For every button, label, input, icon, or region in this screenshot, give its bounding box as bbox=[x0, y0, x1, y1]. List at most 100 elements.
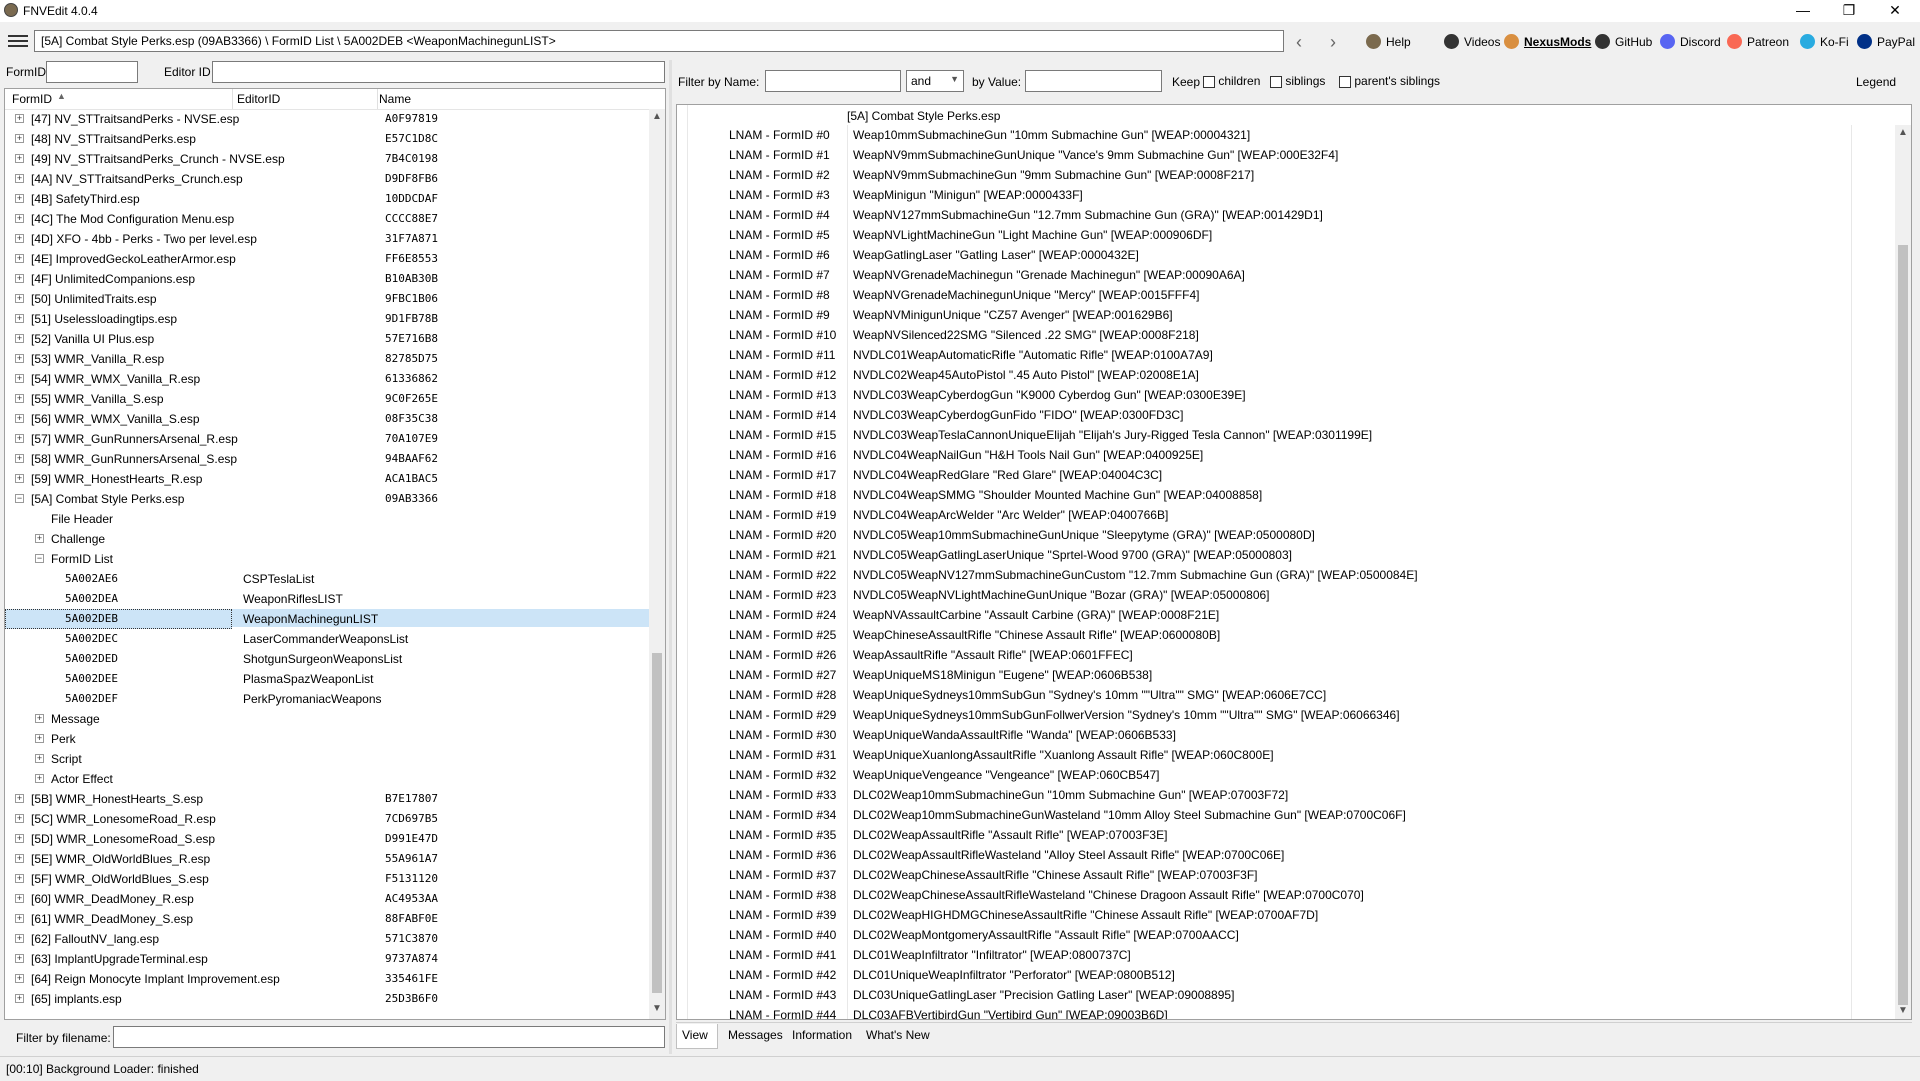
back-arrow-icon[interactable]: ‹ bbox=[1296, 32, 1302, 53]
tree-row[interactable]: + [53] WMR_Vanilla_R.esp 82785D75 bbox=[5, 349, 655, 369]
toolbar-link-discord[interactable]: Discord bbox=[1660, 34, 1721, 49]
view-row-value[interactable]: WeapMinigun "Minigun" [WEAP:0000433F] bbox=[853, 185, 1083, 205]
view-row[interactable]: LNAM - FormID #1 WeapNV9mmSubmachineGunUn… bbox=[677, 145, 1897, 165]
view-row[interactable]: LNAM - FormID #42 DLC01UniqueWeapInfiltra… bbox=[677, 965, 1897, 985]
view-row[interactable]: LNAM - FormID #10 WeapNVSilenced22SMG "Si… bbox=[677, 325, 1897, 345]
panel-splitter[interactable] bbox=[669, 60, 672, 1054]
expand-icon[interactable]: + bbox=[35, 774, 44, 783]
parents-siblings-checkbox[interactable]: parent's siblings bbox=[1339, 74, 1440, 88]
view-row[interactable]: LNAM - FormID #35 DLC02WeapAssaultRifle "… bbox=[677, 825, 1897, 845]
minimize-button[interactable]: — bbox=[1780, 0, 1826, 22]
view-row[interactable]: LNAM - FormID #31 WeapUniqueXuanlongAssau… bbox=[677, 745, 1897, 765]
expand-icon[interactable]: + bbox=[15, 394, 24, 403]
view-row[interactable]: LNAM - FormID #39 DLC02WeapHIGHDMGChinese… bbox=[677, 905, 1897, 925]
column-formid[interactable]: FormID bbox=[12, 92, 52, 106]
view-row-value[interactable]: DLC02WeapHIGHDMGChineseAssaultRifle "Chi… bbox=[853, 905, 1318, 925]
expand-icon[interactable]: + bbox=[15, 814, 24, 823]
view-scrollbar[interactable]: ▲ ▼ bbox=[1895, 125, 1911, 1019]
tree-row[interactable]: + [5F] WMR_OldWorldBlues_S.esp F5131120 bbox=[5, 869, 655, 889]
expand-icon[interactable]: + bbox=[15, 314, 24, 323]
tab-view[interactable]: View bbox=[682, 1028, 708, 1042]
view-row[interactable]: LNAM - FormID #29 WeapUniqueSydneys10mmSu… bbox=[677, 705, 1897, 725]
view-row-value[interactable]: Weap10mmSubmachineGun "10mm Submachine G… bbox=[853, 125, 1250, 145]
view-row[interactable]: LNAM - FormID #37 DLC02WeapChineseAssault… bbox=[677, 865, 1897, 885]
children-checkbox[interactable]: children bbox=[1203, 74, 1260, 88]
view-row-value[interactable]: NVDLC03WeapCyberdogGunFido "FIDO" [WEAP:… bbox=[853, 405, 1183, 425]
view-row[interactable]: LNAM - FormID #36 DLC02WeapAssaultRifleWa… bbox=[677, 845, 1897, 865]
view-row[interactable]: LNAM - FormID #34 DLC02Weap10mmSubmachine… bbox=[677, 805, 1897, 825]
tree-row[interactable]: + Script bbox=[5, 749, 655, 769]
expand-icon[interactable]: + bbox=[15, 354, 24, 363]
tree-row[interactable]: + [62] FalloutNV_lang.esp 571C3870 bbox=[5, 929, 655, 949]
tree-row[interactable]: − FormID List bbox=[5, 549, 655, 569]
view-row-value[interactable]: WeapUniqueMS18Minigun "Eugene" [WEAP:060… bbox=[853, 665, 1152, 685]
view-row[interactable]: LNAM - FormID #38 DLC02WeapChineseAssault… bbox=[677, 885, 1897, 905]
editorid-input[interactable] bbox=[212, 61, 665, 83]
view-row[interactable]: LNAM - FormID #25 WeapChineseAssaultRifle… bbox=[677, 625, 1897, 645]
view-row[interactable]: LNAM - FormID #7 WeapNVGrenadeMachinegun … bbox=[677, 265, 1897, 285]
and-select[interactable]: and ▼ bbox=[906, 70, 964, 92]
view-row[interactable]: LNAM - FormID #40 DLC02WeapMontgomeryAssa… bbox=[677, 925, 1897, 945]
column-editorid[interactable]: EditorID bbox=[237, 92, 280, 106]
expand-icon[interactable]: + bbox=[15, 434, 24, 443]
view-row[interactable]: LNAM - FormID #19 NVDLC04WeapArcWelder "A… bbox=[677, 505, 1897, 525]
tree-row[interactable]: + [60] WMR_DeadMoney_R.esp AC4953AA bbox=[5, 889, 655, 909]
expand-icon[interactable]: + bbox=[15, 194, 24, 203]
view-row[interactable]: LNAM - FormID #26 WeapAssaultRifle "Assau… bbox=[677, 645, 1897, 665]
expand-icon[interactable]: + bbox=[15, 834, 24, 843]
view-row[interactable]: LNAM - FormID #32 WeapUniqueVengeance "Ve… bbox=[677, 765, 1897, 785]
view-row[interactable]: LNAM - FormID #17 NVDLC04WeapRedGlare "Re… bbox=[677, 465, 1897, 485]
view-row[interactable]: LNAM - FormID #0 Weap10mmSubmachineGun "1… bbox=[677, 125, 1897, 145]
expand-icon[interactable]: + bbox=[15, 214, 24, 223]
view-row[interactable]: LNAM - FormID #2 WeapNV9mmSubmachineGun "… bbox=[677, 165, 1897, 185]
tree-row[interactable]: File Header bbox=[5, 509, 655, 529]
view-scrollbar-thumb[interactable] bbox=[1898, 245, 1908, 1005]
tree-row[interactable]: + [58] WMR_GunRunnersArsenal_S.esp 94BAAF6… bbox=[5, 449, 655, 469]
view-row-value[interactable]: NVDLC03WeapCyberdogGun "K9000 Cyberdog G… bbox=[853, 385, 1246, 405]
view-row-value[interactable]: DLC03UniqueGatlingLaser "Precision Gatli… bbox=[853, 985, 1234, 1005]
view-row[interactable]: LNAM - FormID #27 WeapUniqueMS18Minigun "… bbox=[677, 665, 1897, 685]
expand-icon[interactable]: + bbox=[15, 234, 24, 243]
view-row[interactable]: LNAM - FormID #41 DLC01WeapInfiltrator "I… bbox=[677, 945, 1897, 965]
expand-icon[interactable]: + bbox=[15, 294, 24, 303]
children-checkbox-box[interactable] bbox=[1203, 75, 1215, 88]
tree-row[interactable]: + [4D] XFO - 4bb - Perks - Two per level.… bbox=[5, 229, 655, 249]
expand-icon[interactable]: + bbox=[15, 914, 24, 923]
filter-name-input[interactable] bbox=[765, 70, 901, 92]
toolbar-link-videos[interactable]: Videos bbox=[1444, 34, 1500, 49]
view-row-value[interactable]: NVDLC04WeapArcWelder "Arc Welder" [WEAP:… bbox=[853, 505, 1168, 525]
view-row-value[interactable]: WeapNV127mmSubmachineGun "12.7mm Submach… bbox=[853, 205, 1323, 225]
view-row-value[interactable]: DLC02WeapAssaultRifle "Assault Rifle" [W… bbox=[853, 825, 1167, 845]
view-row[interactable]: LNAM - FormID #22 NVDLC05WeapNV127mmSubma… bbox=[677, 565, 1897, 585]
view-row[interactable]: LNAM - FormID #16 NVDLC04WeapNailGun "H&H… bbox=[677, 445, 1897, 465]
tree-row[interactable]: + [64] Reign Monocyte Implant Improvement… bbox=[5, 969, 655, 989]
view-row-value[interactable]: DLC02Weap10mmSubmachineGunWasteland "10m… bbox=[853, 805, 1406, 825]
view-row-value[interactable]: NVDLC05Weap10mmSubmachineGunUnique "Slee… bbox=[853, 525, 1315, 545]
view-row[interactable]: LNAM - FormID #4 WeapNV127mmSubmachineGun… bbox=[677, 205, 1897, 225]
view-row[interactable]: LNAM - FormID #30 WeapUniqueWandaAssaultR… bbox=[677, 725, 1897, 745]
view-row-value[interactable]: WeapNVSilenced22SMG "Silenced .22 SMG" [… bbox=[853, 325, 1199, 345]
tree-scrollbar-thumb[interactable] bbox=[652, 653, 662, 993]
tree-row[interactable]: + [52] Vanilla UI Plus.esp 57E716B8 bbox=[5, 329, 655, 349]
tree-row[interactable]: + [4B] SafetyThird.esp 10DDCDAF bbox=[5, 189, 655, 209]
legend-button[interactable]: Legend bbox=[1856, 75, 1896, 89]
view-scroll-up-icon[interactable]: ▲ bbox=[1898, 127, 1908, 138]
expand-icon[interactable]: + bbox=[35, 534, 44, 543]
tree-row[interactable]: + [54] WMR_WMX_Vanilla_R.esp 61336862 bbox=[5, 369, 655, 389]
view-row[interactable]: LNAM - FormID #9 WeapNVMinigunUnique "CZ5… bbox=[677, 305, 1897, 325]
expand-icon[interactable]: + bbox=[15, 134, 24, 143]
view-row-value[interactable]: WeapChineseAssaultRifle "Chinese Assault… bbox=[853, 625, 1220, 645]
expand-icon[interactable]: + bbox=[15, 954, 24, 963]
view-row-value[interactable]: WeapUniqueXuanlongAssaultRifle "Xuanlong… bbox=[853, 745, 1274, 765]
tree-row[interactable]: + [56] WMR_WMX_Vanilla_S.esp 08F35C38 bbox=[5, 409, 655, 429]
parents-siblings-checkbox-box[interactable] bbox=[1339, 75, 1351, 88]
view-row-value[interactable]: WeapNV9mmSubmachineGun "9mm Submachine G… bbox=[853, 165, 1254, 185]
tree-row[interactable]: + [5E] WMR_OldWorldBlues_R.esp 55A961A7 bbox=[5, 849, 655, 869]
view-row-value[interactable]: WeapGatlingLaser "Gatling Laser" [WEAP:0… bbox=[853, 245, 1139, 265]
formid-input[interactable] bbox=[46, 61, 138, 83]
tree-row[interactable]: + [5B] WMR_HonestHearts_S.esp B7E17807 bbox=[5, 789, 655, 809]
toolbar-link-help[interactable]: Help bbox=[1366, 34, 1411, 49]
view-row[interactable]: LNAM - FormID #13 NVDLC03WeapCyberdogGun … bbox=[677, 385, 1897, 405]
view-row-value[interactable]: WeapUniqueWandaAssaultRifle "Wanda" [WEA… bbox=[853, 725, 1176, 745]
expand-icon[interactable]: + bbox=[15, 454, 24, 463]
